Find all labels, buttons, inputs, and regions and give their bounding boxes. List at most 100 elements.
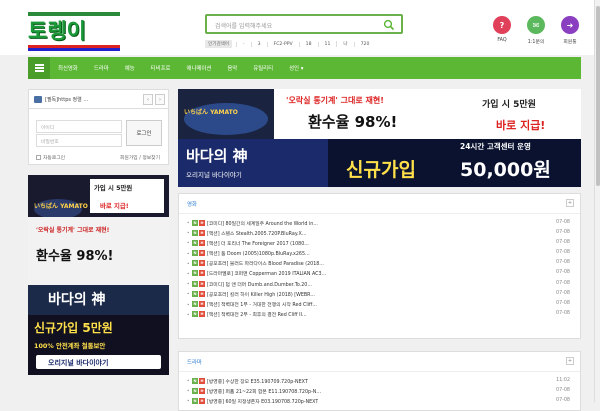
nav-item[interactable]: 음악 [227, 64, 237, 72]
post-date: 07-08 [556, 219, 570, 225]
post-title[interactable]: [액션] 스텔스 Stealth.2005.720P.BluRay.X... [207, 230, 306, 237]
menu-icon[interactable] [28, 57, 50, 79]
header-icon-1[interactable]: ✉ 1:1문의 [524, 16, 548, 45]
bullet-icon: • [187, 220, 190, 225]
inquiry-icon: ✉ [527, 16, 545, 34]
top-ad-logo: 바다의 神 [186, 147, 248, 165]
post-title[interactable]: [액션] 더 포리너 The Foreigner 2017 (1080... [207, 240, 309, 247]
left-ad-line1: '오락실 통기계' 그대로 재현! [36, 227, 110, 234]
new-badge: N [192, 239, 198, 246]
list-item[interactable]: • N H [방영중] 수상한 장모 E35.190709.720p-NEXT 11:0… [179, 376, 580, 386]
header-icon-label: FAQ [497, 38, 507, 43]
list-item[interactable]: • N H [액션] 둠 Doom (2005)1080p.BluRay.x265..… [179, 249, 580, 259]
member-tool-icon: ➜ [561, 16, 579, 34]
left-sidebar: [필독]https 정렬 ... ‹ › 아이디 비밀번호 로그인 자동로그인 … [28, 89, 169, 375]
bullet-icon: • [187, 388, 190, 394]
notice-prev-button[interactable]: ‹ [143, 94, 153, 105]
popular-keyword[interactable]: 720 [353, 41, 376, 47]
header-icon-0[interactable]: ? FAQ [490, 16, 514, 45]
post-title[interactable]: [코미디] 덤 앤 더머 Dumb.and.Dumber.To.20... [207, 281, 312, 288]
search-input[interactable]: 검색어를 입력해주세요 [205, 14, 403, 34]
search-icon[interactable] [383, 19, 395, 31]
bullet-icon: • [187, 311, 190, 317]
post-title[interactable]: [액션] 둠 Doom (2005)1080p.BluRay.x265... [207, 250, 310, 257]
popular-keyword[interactable]: 18 [298, 41, 318, 47]
drama-more-button[interactable]: + [566, 357, 574, 365]
notice-next-button[interactable]: › [155, 94, 165, 105]
popular-keyword[interactable]: 11 [317, 41, 337, 47]
post-date: 11:02 [556, 377, 570, 383]
bullet-icon: • [187, 250, 190, 256]
header-icon-2[interactable]: ➜ 회원툴 [558, 16, 582, 45]
header-icon-label: 회원툴 [563, 40, 577, 45]
nav-item[interactable]: 티비프로 [151, 64, 171, 72]
post-title[interactable]: [방영중] 60일 지정생존자 E03.190708.720p-NEXT [207, 398, 318, 405]
post-title[interactable]: [방영중] 수상한 장모 E35.190709.720p-NEXT [207, 378, 308, 385]
hot-badge: H [199, 280, 205, 287]
top-banner-ad[interactable]: いちばん YAMATO '오락실 통기계' 그대로 재현! 환수율 98%! 가… [178, 89, 581, 187]
list-item[interactable]: • N H [코미디] 덤 앤 더머 Dumb.and.Dumber.To.20...… [179, 279, 580, 289]
left-ad-line2: 환수율 98%! [36, 249, 114, 264]
nav-item[interactable]: 애니메이션 [187, 64, 212, 72]
top-ad-bonus: 가입 시 5만원 [482, 100, 536, 110]
post-title[interactable]: [드라마멜로] 코퍼맨 Copperman 2019 ITALIAN AC3..… [207, 270, 326, 277]
nav-item[interactable]: 최신영화 [58, 64, 78, 72]
main-nav: 최신영화 드라마 예능 티비프로 애니메이션 음악 유틸리티 성인 ▾ [28, 57, 581, 79]
movie-list: • N H [코미디] 80일간의 세계일주 Around the World in.… [179, 214, 580, 320]
page-scrollbar[interactable] [594, 0, 600, 402]
auto-login-checkbox[interactable]: 자동로그인 [36, 154, 65, 161]
left-ad-bonus-sub: 바로 지급! [100, 202, 129, 210]
list-item[interactable]: • N H [방영중] 퍼퓸 21~22회 합본 E11.190708.720p-N.… [179, 386, 580, 396]
list-item[interactable]: • N H [방영중] 60일 지정생존자 E03.190708.720p-NEXT 0… [179, 396, 580, 406]
hot-badge: H [199, 387, 205, 394]
drama-list: • N H [방영중] 수상한 장모 E35.190709.720p-NEXT 11:0… [179, 372, 580, 407]
account-links[interactable]: 회원가입 / 정보찾기 [120, 154, 160, 161]
popular-keyword[interactable]: 3 [250, 41, 267, 47]
bullet-icon: • [187, 270, 190, 276]
post-title[interactable]: [공포호러] 블러드 파라다이스 Blood Paradise (2018... [207, 260, 324, 267]
list-item[interactable]: • N H [액션] 적벽대전 2부 - 최후의 결전 Red Cliff II...… [179, 310, 580, 320]
hot-badge: H [199, 397, 205, 404]
notice-text[interactable]: [필독]https 정렬 ... [45, 96, 88, 103]
site-logo[interactable]: 토렝이 [28, 12, 120, 52]
movie-board-title[interactable]: 영화 [187, 202, 197, 208]
post-date: 07-08 [556, 229, 570, 235]
popular-keywords: 인기검색어 · 3 FC2-PPV 18 11 나 720 [205, 40, 375, 48]
new-badge: N [192, 229, 198, 236]
popular-keyword[interactable]: 나 [336, 41, 353, 47]
drama-board-title[interactable]: 드라마 [187, 360, 202, 366]
nav-item[interactable]: 성인 ▾ [289, 64, 303, 72]
login-button[interactable]: 로그인 [126, 120, 162, 146]
post-title[interactable]: [코미디] 80일간의 세계일주 Around the World in... [207, 220, 318, 227]
post-date: 07-08 [556, 260, 570, 266]
password-field[interactable]: 비밀번호 [36, 134, 122, 147]
logo-stripe [28, 48, 120, 51]
list-item[interactable]: • N H [액션] 더 포리너 The Foreigner 2017 (1080..… [179, 238, 580, 248]
header-icon-label: 1:1문의 [527, 40, 545, 45]
popular-keyword[interactable]: · [236, 41, 250, 47]
post-title[interactable]: [액션] 적벽대전 1부 - 거대한 전쟁의 시작 Red Cliff... [207, 301, 317, 308]
bullet-icon: • [187, 291, 190, 297]
post-date: 07-08 [556, 239, 570, 245]
post-title[interactable]: [방영중] 퍼퓸 21~22회 합본 E11.190708.720p-N... [207, 388, 321, 395]
post-title[interactable]: [공포호러] 킬러 하이 Killer High (2018) [WEBR... [207, 291, 315, 298]
list-item[interactable]: • N H [코미디] 80일간의 세계일주 Around the World in.… [179, 218, 580, 228]
post-title[interactable]: [액션] 적벽대전 2부 - 최후의 결전 Red Cliff II... [207, 311, 307, 318]
nav-item[interactable]: 드라마 [94, 64, 109, 72]
movie-more-button[interactable]: + [566, 199, 574, 207]
nav-item[interactable]: 유틸리티 [253, 64, 273, 72]
left-banner-ad[interactable]: いちばん YAMATO 가입 시 5만원 바로 지급! '오락실 통기계' 그대… [28, 175, 169, 375]
list-item[interactable]: • N H [액션] 적벽대전 1부 - 거대한 전쟁의 시작 Red Cliff..… [179, 300, 580, 310]
new-badge: N [192, 260, 198, 267]
nav-item[interactable]: 예능 [125, 64, 135, 72]
list-item[interactable]: • N H [공포호러] 킬러 하이 Killer High (2018) [WEBR… [179, 289, 580, 299]
logo-text: 토렝이 [28, 19, 86, 43]
list-item[interactable]: • N H [액션] 스텔스 Stealth.2005.720P.BluRay.X..… [179, 228, 580, 238]
list-item[interactable]: • N H [드라마멜로] 코퍼맨 Copperman 2019 ITALIAN AC… [179, 269, 580, 279]
popular-keyword[interactable]: FC2-PPV [266, 41, 299, 47]
scrollbar-thumb[interactable] [596, 6, 600, 186]
list-item[interactable]: • N H [공포호러] 블러드 파라다이스 Blood Paradise (2018… [179, 259, 580, 269]
username-field[interactable]: 아이디 [36, 120, 122, 133]
faq-icon: ? [493, 16, 511, 34]
left-ad-safe: 100% 안전계좌 철통보안 [34, 342, 106, 350]
